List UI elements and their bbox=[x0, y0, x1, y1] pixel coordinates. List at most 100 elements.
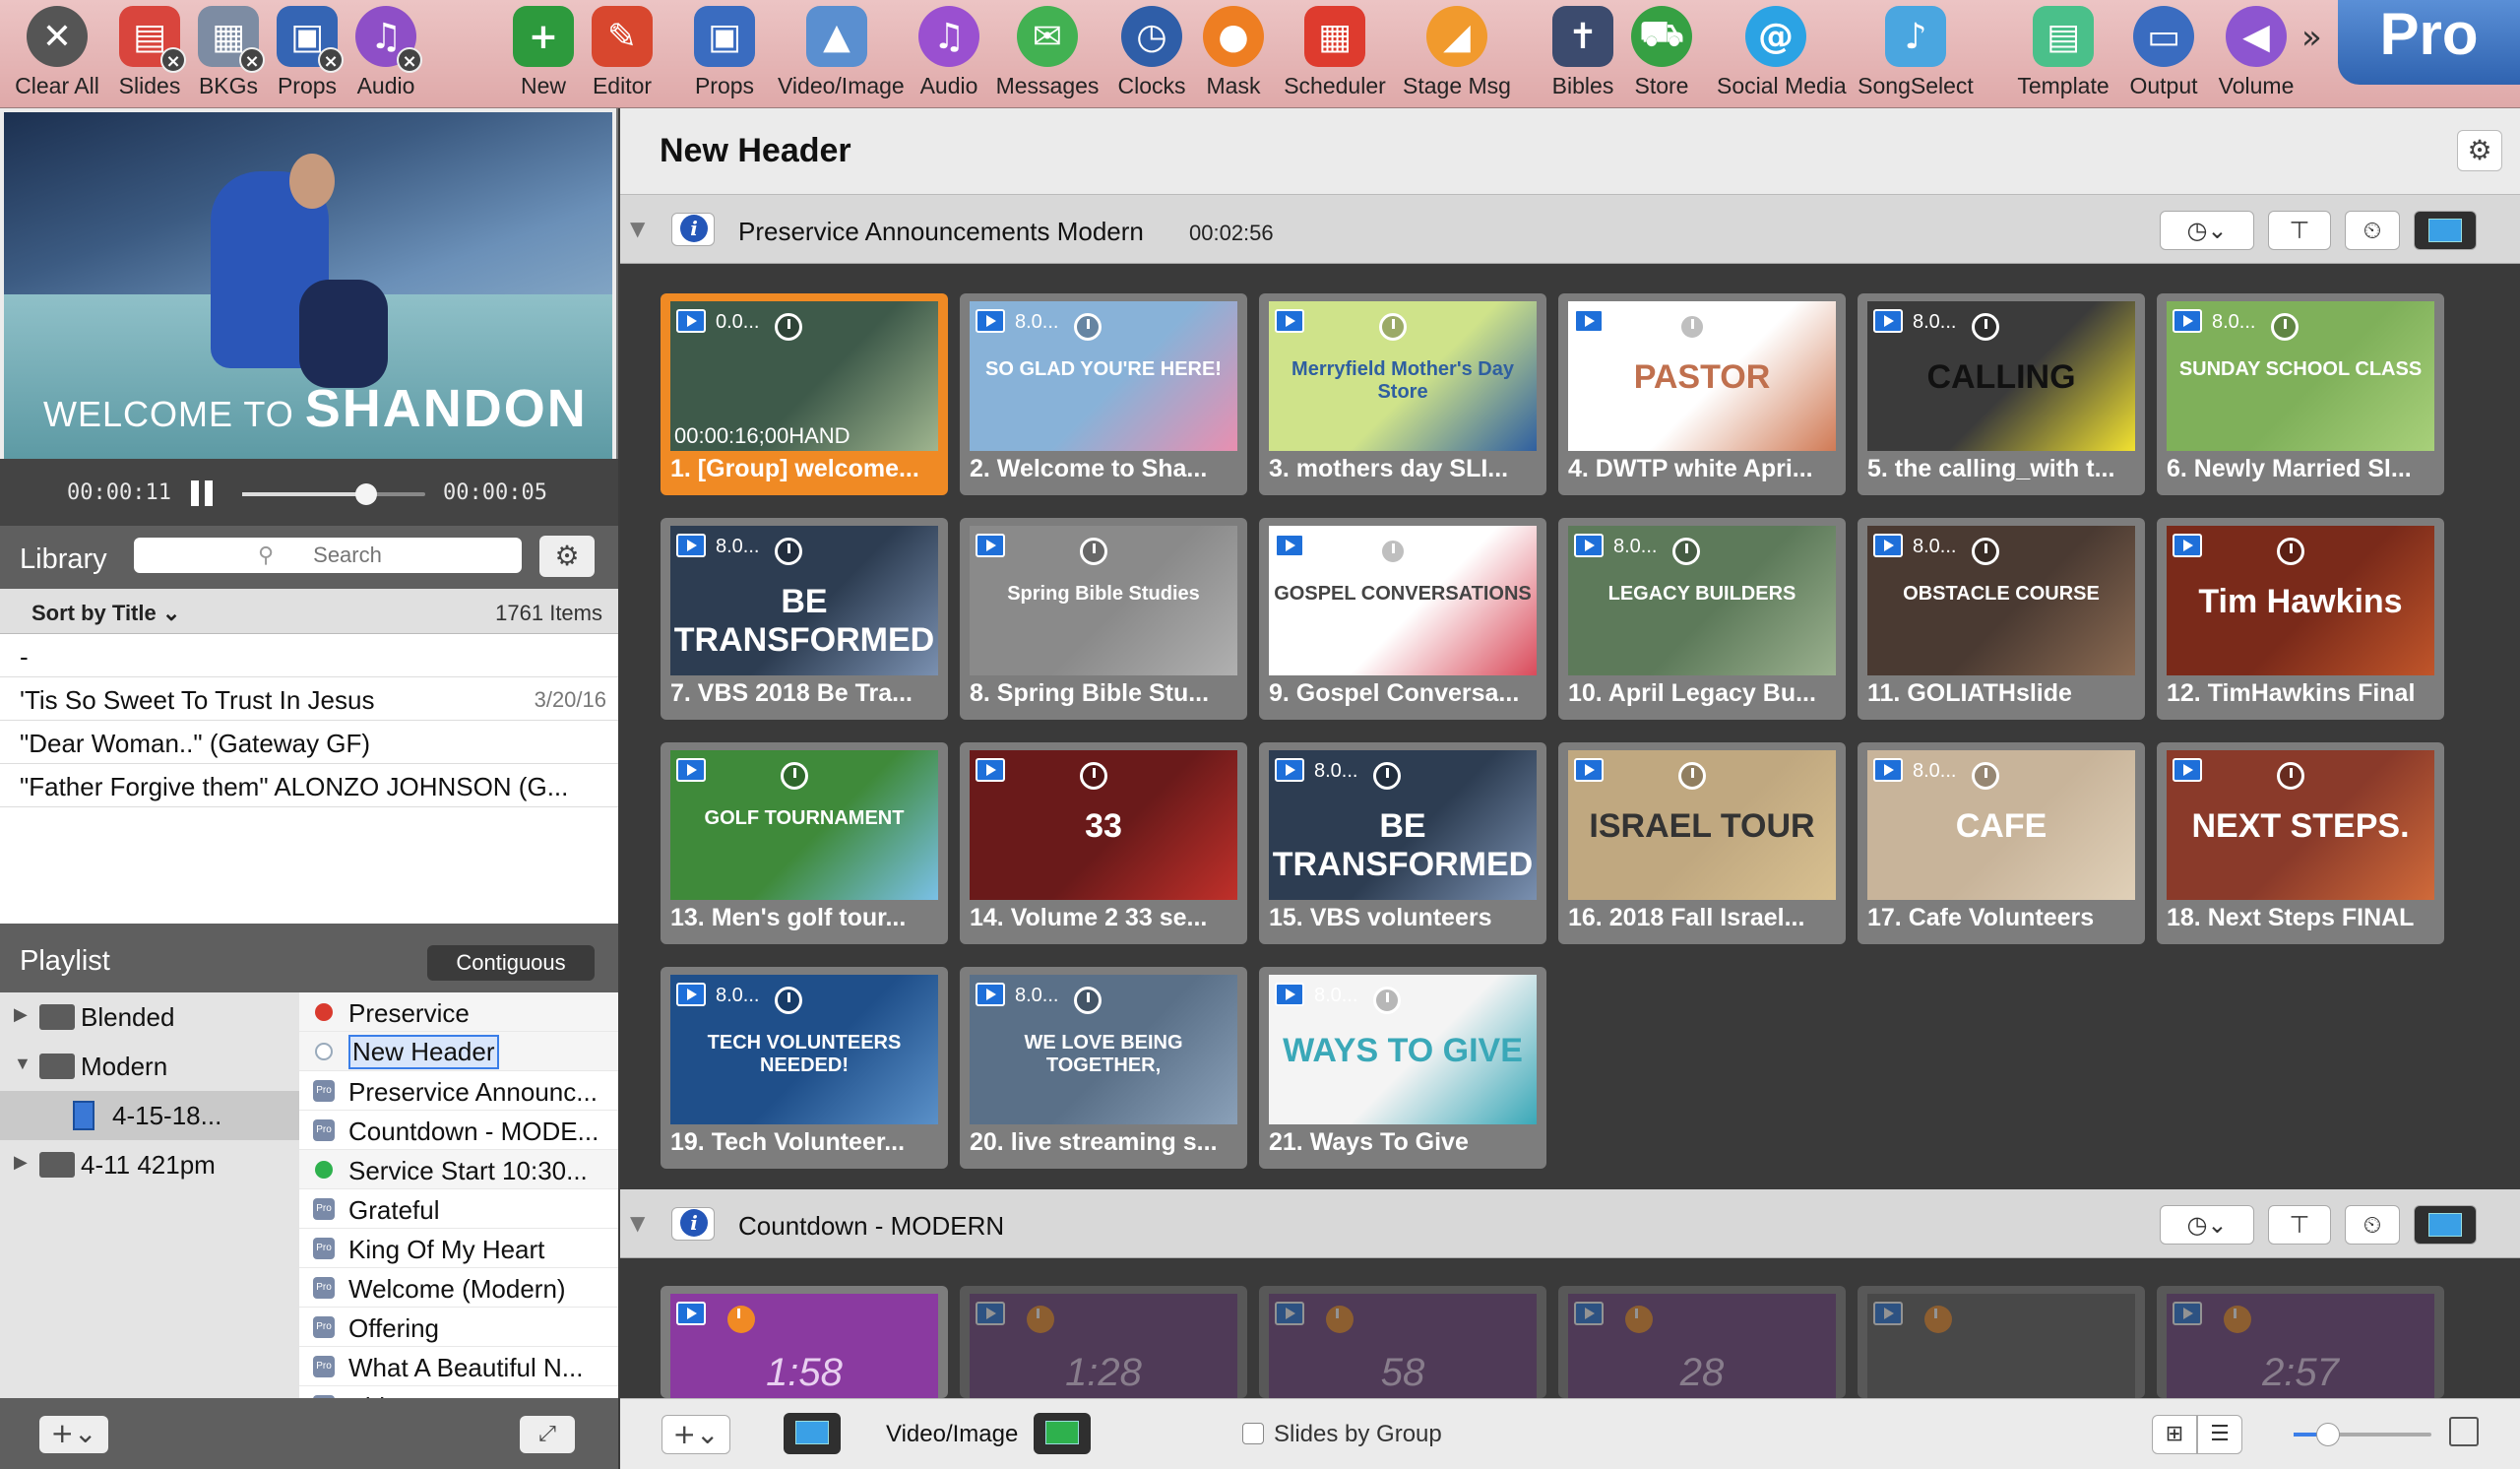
playlist-tree-item[interactable]: ▶ 4-11 421pm bbox=[0, 1140, 299, 1189]
library-row[interactable]: "Dear Woman.." (Gateway GF) bbox=[0, 721, 618, 764]
slide-thumbnail[interactable]: 00:00:16;00HAND 0.0... 1. [Group] welcome.… bbox=[661, 293, 948, 495]
slide-thumbnail[interactable]: SUNDAY SCHOOL CLASS 8.0... 6. Newly Marrie… bbox=[2157, 293, 2444, 495]
list-view-icon[interactable]: ☰ bbox=[2197, 1415, 2242, 1454]
pause-icon[interactable] bbox=[189, 480, 217, 506]
slide-text: GOSPEL CONVERSATIONS bbox=[1274, 583, 1532, 605]
info-button[interactable]: i bbox=[671, 213, 715, 246]
timer-icon[interactable]: ⏲ bbox=[2345, 1205, 2400, 1245]
playlist-item[interactable]: Pro Welcome (Modern) bbox=[299, 1268, 618, 1308]
arrangement-icon[interactable]: ⊤ bbox=[2268, 211, 2331, 250]
group-header-preservice[interactable]: ▼ i Preservice Announcements Modern 00:0… bbox=[620, 195, 2520, 264]
add-playlist-button[interactable]: +⌄ bbox=[39, 1416, 108, 1453]
toolbar-props-button[interactable]: ▣ Props bbox=[665, 2, 784, 104]
slide-thumbnail[interactable]: OBSTACLE COURSE 8.0... 11. GOLIATHslide bbox=[1858, 518, 2145, 720]
countdown-slide-thumbnail[interactable]: 28 bbox=[1558, 1286, 1846, 1398]
slide-thumbnail[interactable]: Tim Hawkins 12. TimHawkins Final bbox=[2157, 518, 2444, 720]
playlist-tree-item[interactable]: 4-15-18... bbox=[0, 1091, 299, 1140]
timer-dropdown[interactable]: ◷⌄ bbox=[2160, 211, 2254, 250]
video-badge-icon bbox=[1574, 758, 1604, 782]
timer-dropdown[interactable]: ◷⌄ bbox=[2160, 1205, 2254, 1245]
zoom-knob[interactable] bbox=[2316, 1423, 2340, 1446]
propresenter-window: ✕ Clear All ▤ × Slides ▦ × BKGs ▣ × Props ♫ × Audio + N… bbox=[0, 0, 2520, 1469]
toolbar-mask-button[interactable]: ● Mask bbox=[1174, 2, 1292, 104]
playlist-item[interactable]: Pro Preservice Announc... bbox=[299, 1071, 618, 1111]
disclosure-triangle-icon[interactable]: ▼ bbox=[630, 1211, 645, 1235]
output-screen-icon[interactable] bbox=[2414, 211, 2477, 250]
countdown-slide-thumbnail[interactable]: 58 bbox=[1259, 1286, 1546, 1398]
arrangement-icon[interactable]: ⊤ bbox=[2268, 1205, 2331, 1245]
toolbar-video-image-button[interactable]: ▲ Video/Image bbox=[778, 2, 905, 104]
slide-thumbnail[interactable]: BE TRANSFORMED 8.0... 15. VBS volunteers bbox=[1259, 742, 1546, 944]
playback-scrubber[interactable] bbox=[242, 483, 425, 505]
countdown-slide-thumbnail[interactable]: 1:58 bbox=[661, 1286, 948, 1398]
toolbar-scheduler-button[interactable]: ▦ Scheduler bbox=[1276, 2, 1394, 104]
disclosure-closed-icon[interactable]: ▶ bbox=[14, 1152, 28, 1173]
grid-view-icon[interactable]: ⊞ bbox=[2152, 1415, 2197, 1454]
disclosure-closed-icon[interactable]: ▶ bbox=[14, 1004, 28, 1025]
zoom-slider[interactable] bbox=[2294, 1423, 2431, 1446]
library-row[interactable]: - bbox=[0, 634, 618, 677]
sort-by-title-button[interactable]: Sort by Title ⌄ bbox=[32, 601, 180, 626]
slide-thumbnail[interactable]: Spring Bible Studies 8. Spring Bible Stu.… bbox=[960, 518, 1247, 720]
slide-thumbnail[interactable]: GOSPEL CONVERSATIONS 9. Gospel Conversa..… bbox=[1259, 518, 1546, 720]
timer-icon[interactable]: ⏲ bbox=[2345, 211, 2400, 250]
playlist-item[interactable]: Pro Grateful bbox=[299, 1189, 618, 1229]
slide-thumbnail[interactable]: GOLF TOURNAMENT 13. Men's golf tour... bbox=[661, 742, 948, 944]
group-header-countdown[interactable]: ▼ i Countdown - MODERN ◷⌄ ⊤ ⏲ bbox=[620, 1189, 2520, 1258]
playlist-item[interactable]: Pro What A Beautiful N... bbox=[299, 1347, 618, 1386]
expand-icon[interactable]: ⤢ bbox=[520, 1416, 575, 1453]
toolbar-social-media-button[interactable]: @ Social Media bbox=[1717, 2, 1847, 104]
toolbar-store-button[interactable]: ⛟ Store bbox=[1603, 2, 1721, 104]
output-screen-icon[interactable] bbox=[2414, 1205, 2477, 1245]
toolbar-stage-msg-button[interactable]: ◢ Stage Msg bbox=[1398, 2, 1516, 104]
library-search-input[interactable] bbox=[134, 538, 522, 573]
slides-by-group-checkbox[interactable] bbox=[1242, 1423, 1264, 1444]
playlist-item[interactable]: Preservice bbox=[299, 992, 618, 1032]
library-gear-icon[interactable]: ⚙ bbox=[539, 536, 595, 577]
document-gear-icon[interactable]: ⚙ bbox=[2457, 130, 2502, 171]
toolbar-songselect-button[interactable]: ♪ SongSelect bbox=[1857, 2, 1975, 104]
slide-thumbnail[interactable]: 33 14. Volume 2 33 se... bbox=[960, 742, 1247, 944]
slide-view-button[interactable] bbox=[784, 1413, 841, 1454]
slide-thumbnail[interactable]: BE TRANSFORMED 8.0... 7. VBS 2018 Be Tra..… bbox=[661, 518, 948, 720]
remaining-time: 00:00:05 bbox=[443, 480, 547, 505]
header-dot-icon bbox=[315, 1161, 333, 1179]
countdown-slide-thumbnail[interactable] bbox=[1858, 1286, 2145, 1398]
slide-thumbnail[interactable]: ISRAEL TOUR 16. 2018 Fall Israel... bbox=[1558, 742, 1846, 944]
disclosure-triangle-icon[interactable]: ▼ bbox=[630, 217, 645, 240]
toolbar-volume-button[interactable]: ◀ Volume bbox=[2197, 2, 2315, 104]
toolbar-audio-button[interactable]: ♫ × Audio bbox=[327, 2, 445, 104]
countdown-slide-thumbnail[interactable]: 2:57 bbox=[2157, 1286, 2444, 1398]
video-image-button[interactable] bbox=[1034, 1413, 1091, 1454]
document-header: New Header ⚙ bbox=[620, 108, 2520, 195]
playlist-tree-item[interactable]: ▶ Blended bbox=[0, 992, 299, 1042]
slide-thumbnail[interactable]: TECH VOLUNTEERS NEEDED! 8.0... 19. Tech Vo… bbox=[661, 967, 948, 1169]
playlist-tree-item[interactable]: ▼ Modern bbox=[0, 1042, 299, 1091]
slide-thumbnail[interactable]: PASTOR 4. DWTP white Apri... bbox=[1558, 293, 1846, 495]
playlist-item[interactable]: Pro Countdown - MODE... bbox=[299, 1111, 618, 1150]
toolbar-overflow-icon[interactable]: » bbox=[2301, 18, 2322, 57]
playlist-item[interactable]: New Header bbox=[299, 1032, 618, 1071]
library-row[interactable]: 'Tis So Sweet To Trust In Jesus 3/20/16 bbox=[0, 677, 618, 721]
library-row[interactable]: "Father Forgive them" ALONZO JOHNSON (G.… bbox=[0, 764, 618, 807]
playlist-item[interactable]: Service Start 10:30... bbox=[299, 1150, 618, 1189]
playlist-item[interactable]: Pro Offering bbox=[299, 1308, 618, 1347]
slide-thumbnail[interactable]: CALLING 8.0... 5. the calling_with t... bbox=[1858, 293, 2145, 495]
slide-thumbnail[interactable]: SO GLAD YOU'RE HERE! 8.0... 2. Welcome to … bbox=[960, 293, 1247, 495]
slide-thumbnail[interactable]: WAYS TO GIVE 8.0... 21. Ways To Give bbox=[1259, 967, 1546, 1169]
toolbar-editor-button[interactable]: ✎ Editor bbox=[563, 2, 681, 104]
countdown-slide-thumbnail[interactable]: 1:28 bbox=[960, 1286, 1247, 1398]
info-button[interactable]: i bbox=[671, 1207, 715, 1241]
disclosure-open-icon[interactable]: ▼ bbox=[14, 1054, 32, 1074]
add-slide-button[interactable]: +⌄ bbox=[662, 1415, 730, 1454]
slide-thumbnail[interactable]: WE LOVE BEING TOGETHER, 8.0... 20. live st… bbox=[960, 967, 1247, 1169]
slide-thumbnail[interactable]: CAFE 8.0... 17. Cafe Volunteers bbox=[1858, 742, 2145, 944]
slide-thumbnail[interactable]: Merryfield Mother's Day Store 3. mothers … bbox=[1259, 293, 1546, 495]
playlist-item[interactable]: Pro King Of My Heart bbox=[299, 1229, 618, 1268]
contiguous-button[interactable]: Contiguous bbox=[427, 945, 595, 981]
output-toggle-icon[interactable] bbox=[2449, 1417, 2479, 1446]
slide-thumbnail[interactable]: NEXT STEPS. 18. Next Steps FINAL bbox=[2157, 742, 2444, 944]
toolbar-messages-button[interactable]: ✉ Messages bbox=[988, 2, 1106, 104]
slide-thumbnail[interactable]: LEGACY BUILDERS 8.0... 10. April Legacy Bu… bbox=[1558, 518, 1846, 720]
scrubber-knob[interactable] bbox=[355, 483, 378, 505]
